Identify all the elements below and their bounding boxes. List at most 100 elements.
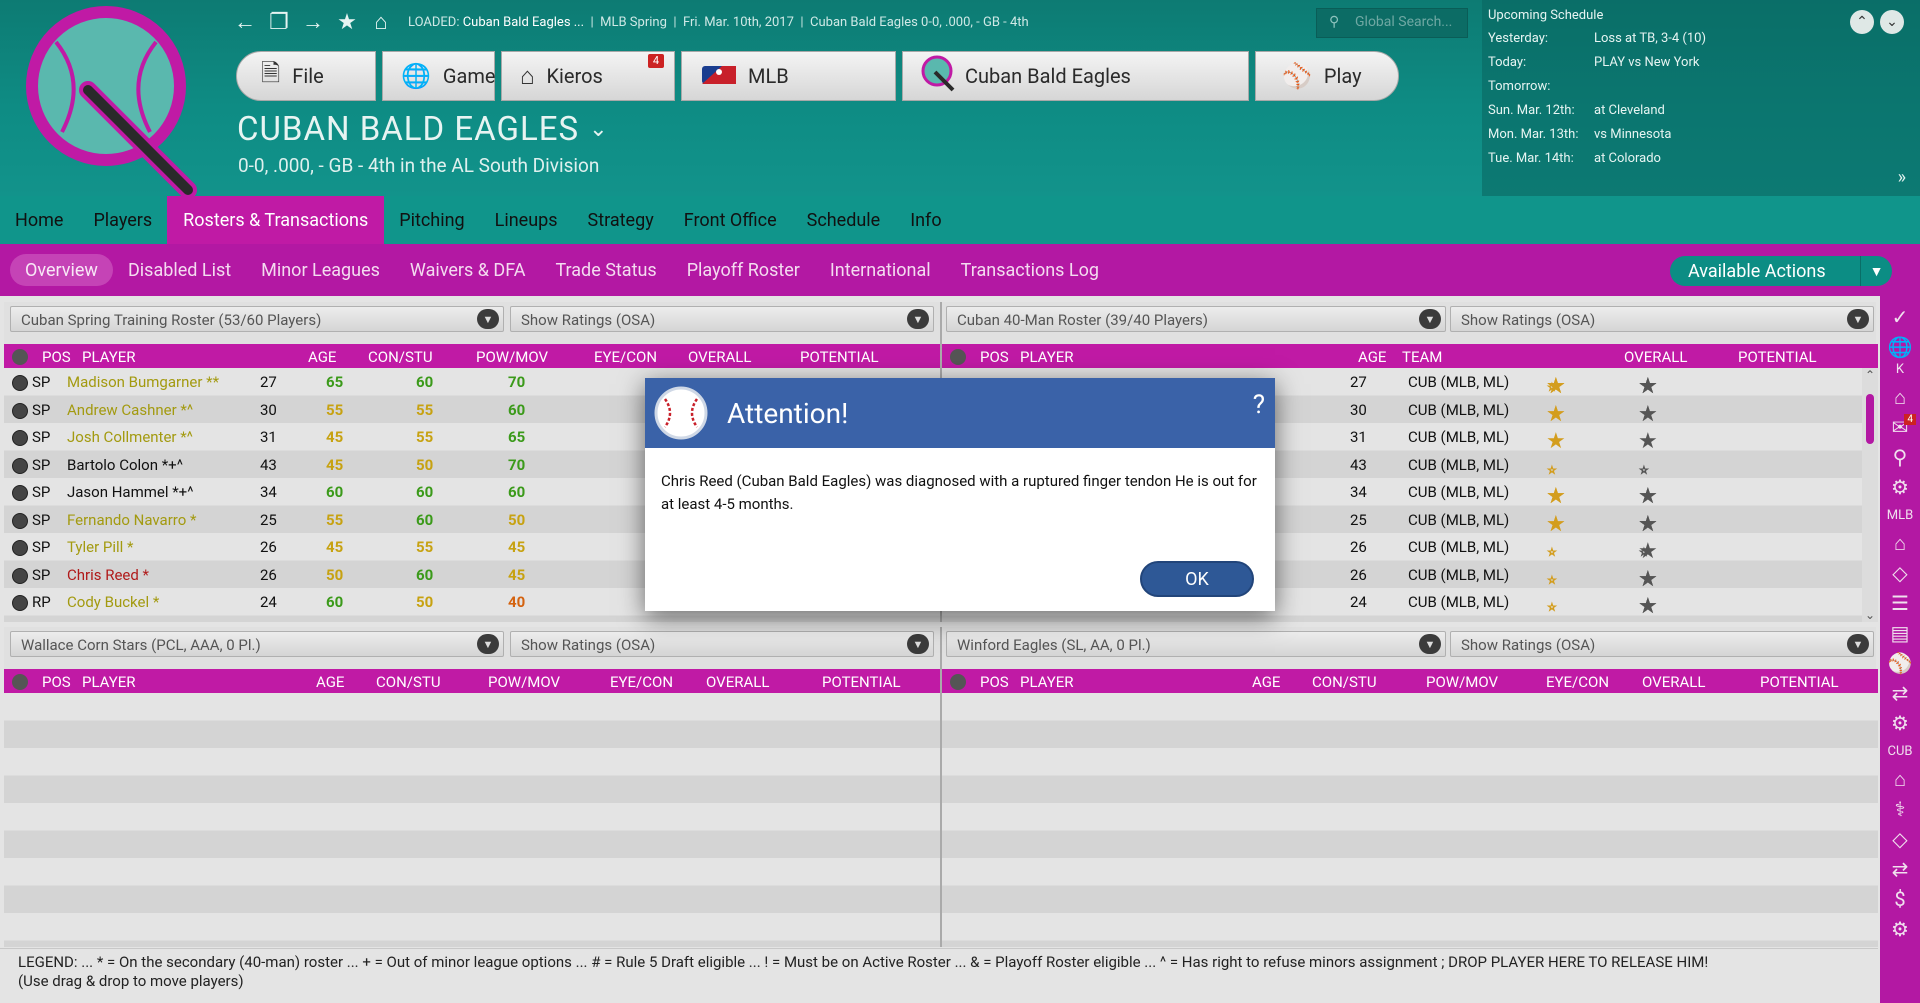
list-icon[interactable]: ☰ [1880, 588, 1920, 618]
aaa-roster-select[interactable]: Wallace Corn Stars (PCL, AAA, 0 Pl.) ▼ [10, 631, 504, 657]
star-icon[interactable]: ★ [330, 5, 364, 39]
chevron-down-icon[interactable]: ⌄ [589, 117, 608, 142]
col-eye-con[interactable]: EYE/CON [610, 673, 673, 691]
cell-player[interactable]: Andrew Cashner *^ [67, 401, 193, 419]
tab-lineups[interactable]: Lineups [480, 196, 573, 244]
col-overall[interactable]: OVERALL [688, 348, 751, 366]
forty-man-select[interactable]: Cuban 40-Man Roster (39/40 Players) ▼ [946, 306, 1446, 332]
transfer-icon[interactable]: ⇄ [1880, 678, 1920, 708]
col-potential[interactable]: POTENTIAL [1760, 673, 1839, 691]
col-eye-con[interactable]: EYE/CON [1546, 673, 1609, 691]
cell-player[interactable]: Tyler Pill * [67, 538, 134, 556]
col-eye-con[interactable]: EYE/CON [594, 348, 657, 366]
col-player[interactable]: PLAYER [1020, 673, 1074, 691]
aa-roster-select[interactable]: Winford Eagles (SL, AA, 0 Pl.) ▼ [946, 631, 1446, 657]
home-icon[interactable]: ⌂ [1880, 382, 1920, 412]
help-icon[interactable]: ? [1253, 390, 1265, 420]
home-icon[interactable]: ⌂ [1880, 528, 1920, 558]
collapse-up-icon[interactable]: ⌃ [1850, 10, 1874, 34]
subtab-transactions-log[interactable]: Transactions Log [946, 254, 1114, 286]
forty-man-ratings-select[interactable]: Show Ratings (OSA) ▼ [1450, 306, 1874, 332]
home-icon[interactable]: ⌂ [1880, 764, 1920, 794]
col-potential[interactable]: POTENTIAL [1738, 348, 1817, 366]
cell-player[interactable]: Jason Hammel *+^ [67, 483, 193, 501]
col-overall[interactable]: OVERALL [1624, 348, 1687, 366]
row-select-icon[interactable] [12, 595, 28, 611]
col-con-stu[interactable]: CON/STU [1312, 673, 1377, 691]
select-all-icon[interactable] [12, 674, 28, 690]
col-age[interactable]: AGE [316, 673, 344, 691]
game-button[interactable]: 🌐 Game [382, 51, 496, 101]
bar-chart-icon[interactable]: ▤ [1880, 618, 1920, 648]
kieros-button[interactable]: ⌂ Kieros 4 [501, 51, 675, 101]
col-overall[interactable]: OVERALL [1642, 673, 1705, 691]
row-select-icon[interactable] [12, 567, 28, 584]
col-player[interactable]: PLAYER [82, 348, 136, 366]
subtab-minor-leagues[interactable]: Minor Leagues [246, 254, 395, 286]
stethoscope-icon[interactable]: ⚕ [1880, 794, 1920, 824]
schedule-event[interactable]: at Colorado [1594, 151, 1661, 175]
col-con-stu[interactable]: CON/STU [368, 348, 433, 366]
col-potential[interactable]: POTENTIAL [800, 348, 879, 366]
dollar-icon[interactable]: $ [1880, 884, 1920, 914]
col-team[interactable]: TEAM [1402, 348, 1442, 366]
baseball-icon[interactable]: ⚾ [1880, 648, 1920, 678]
team-button[interactable]: Cuban Bald Eagles [902, 51, 1249, 101]
tab-rosters-transactions[interactable]: Rosters & Transactions [167, 196, 385, 244]
select-all-icon[interactable] [950, 349, 966, 365]
col-age[interactable]: AGE [1252, 673, 1280, 691]
scroll-up-icon[interactable]: ⌃ [1862, 368, 1878, 382]
roster-select[interactable]: Cuban Spring Training Roster (53/60 Play… [10, 306, 504, 332]
play-button[interactable]: ⚾ Play [1255, 51, 1399, 101]
col-pow-mov[interactable]: POW/MOV [1426, 673, 1498, 691]
row-select-icon[interactable] [12, 540, 28, 556]
select-all-icon[interactable] [12, 349, 28, 365]
mail-icon[interactable]: ✉ 4 [1880, 412, 1920, 442]
mlb-button[interactable]: MLB [681, 51, 896, 101]
col-player[interactable]: PLAYER [82, 673, 136, 691]
subtab-international[interactable]: International [815, 254, 946, 286]
col-potential[interactable]: POTENTIAL [822, 673, 901, 691]
home-icon[interactable]: ⌂ [364, 5, 398, 39]
col-pow-mov[interactable]: POW/MOV [488, 673, 560, 691]
schedule-event[interactable]: Loss at TB, 3-4 (10) [1594, 31, 1706, 55]
cell-player[interactable]: Cody Buckel * [67, 593, 159, 611]
ratings-select[interactable]: Show Ratings (OSA) ▼ [510, 306, 934, 332]
forward-arrow-icon[interactable]: → [296, 5, 330, 39]
search-icon[interactable]: ⚲ [1880, 442, 1920, 472]
subtab-playoff-roster[interactable]: Playoff Roster [672, 254, 815, 286]
tab-front-office[interactable]: Front Office [669, 196, 792, 244]
scroll-down-icon[interactable]: ⌄ [1862, 608, 1878, 622]
globe-icon[interactable]: 🌐 [1880, 332, 1920, 362]
page-title[interactable]: CUBAN BALD EAGLES ⌄ [237, 110, 609, 149]
cell-player[interactable]: Fernando Navarro * [67, 511, 196, 529]
tab-strategy[interactable]: Strategy [573, 196, 669, 244]
global-search-input[interactable]: ⚲ Global Search... [1316, 8, 1468, 38]
available-actions-button[interactable]: Available Actions ▼ [1670, 256, 1892, 286]
row-select-icon[interactable] [12, 512, 28, 529]
row-select-icon[interactable] [12, 430, 28, 446]
col-age[interactable]: AGE [1358, 348, 1386, 366]
gear-icon[interactable]: ⚙ [1880, 472, 1920, 502]
copy-icon[interactable]: ❐ [262, 5, 296, 39]
row-select-icon[interactable] [12, 485, 28, 501]
team-logo-icon[interactable] [18, 2, 218, 196]
transfer-icon[interactable]: ⇄ [1880, 854, 1920, 884]
schedule-event[interactable]: at Cleveland [1594, 103, 1665, 127]
subtab-overview[interactable]: Overview [10, 254, 113, 286]
scrollbar[interactable]: ⌃ ⌄ [1862, 368, 1878, 622]
ok-button[interactable]: OK [1140, 561, 1254, 597]
tab-players[interactable]: Players [78, 196, 167, 244]
gear-icon[interactable]: ⚙ [1880, 708, 1920, 738]
col-pos[interactable]: POS [980, 673, 1009, 691]
col-pos[interactable]: POS [42, 673, 71, 691]
tab-schedule[interactable]: Schedule [792, 196, 896, 244]
chevron-down-icon[interactable]: ▼ [1860, 256, 1892, 286]
select-all-icon[interactable] [950, 674, 966, 690]
col-overall[interactable]: OVERALL [706, 673, 769, 691]
row-select-icon[interactable] [12, 375, 28, 391]
subtab-trade-status[interactable]: Trade Status [540, 254, 671, 286]
row-select-icon[interactable] [12, 402, 28, 419]
col-pos[interactable]: POS [980, 348, 1009, 366]
collapse-down-icon[interactable]: ⌄ [1880, 10, 1904, 34]
